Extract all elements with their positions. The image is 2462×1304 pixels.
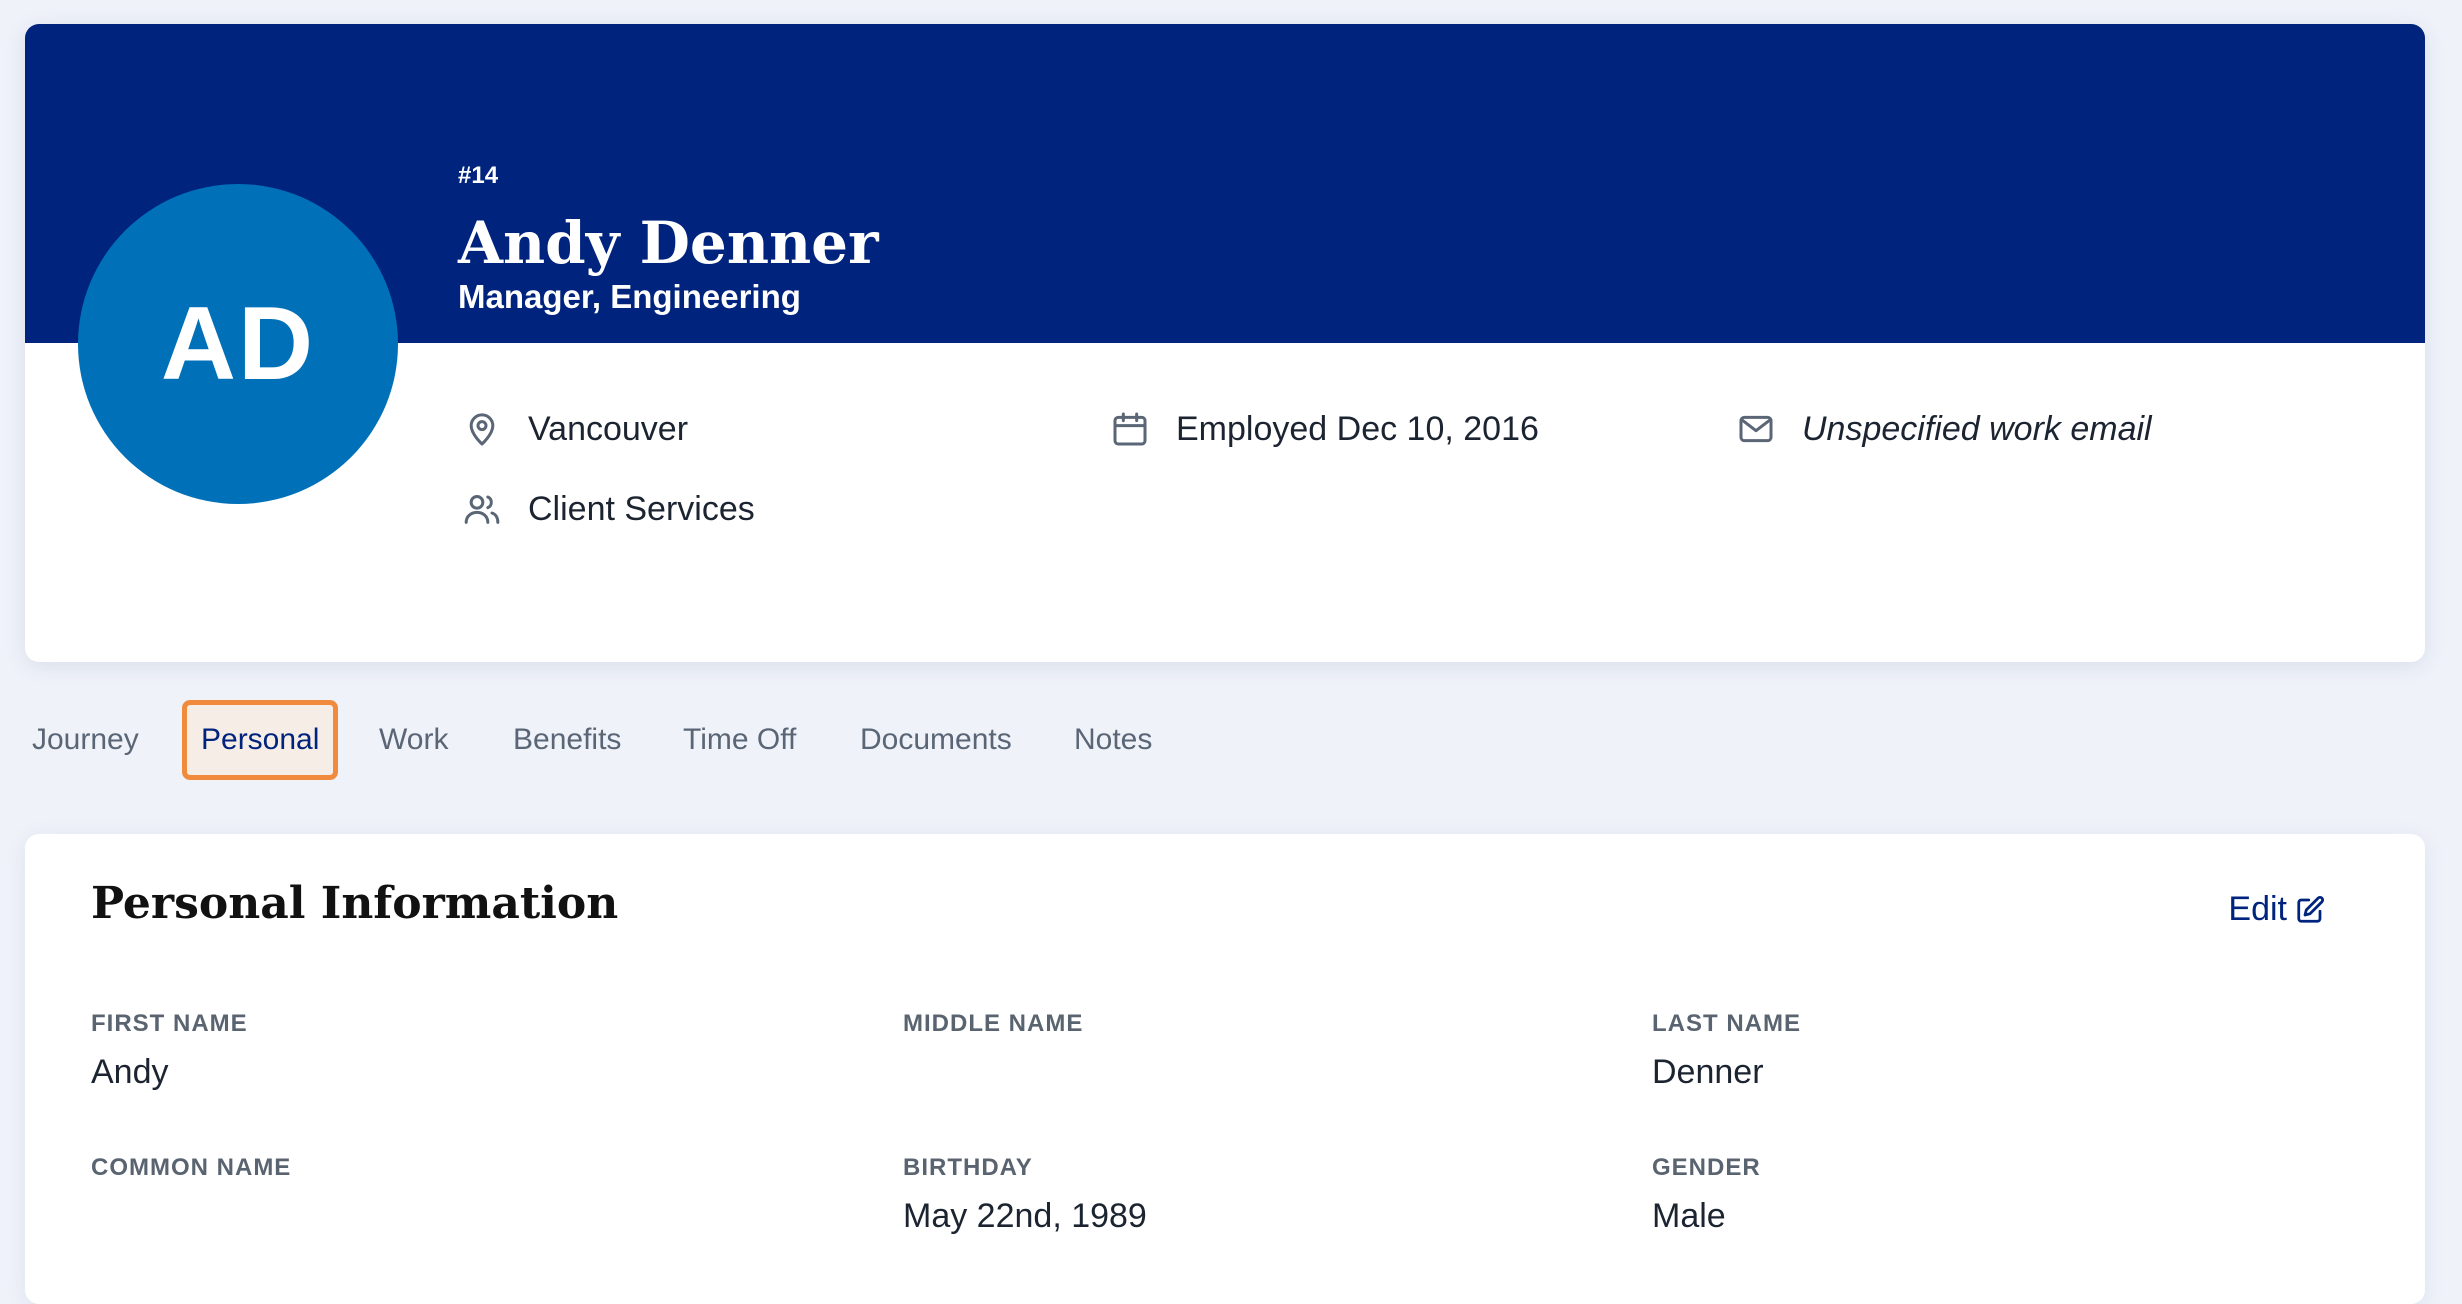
middle-name-label: MIDDLE NAME bbox=[903, 1010, 1084, 1037]
tab-personal[interactable]: Personal bbox=[182, 700, 339, 780]
gender-label: GENDER bbox=[1652, 1154, 1761, 1181]
birthday-value: May 22nd, 1989 bbox=[903, 1197, 1147, 1235]
department-text: Client Services bbox=[528, 489, 755, 528]
personal-information-card: Personal Information Edit FIRST NAME And… bbox=[25, 834, 2425, 1304]
gender-value: Male bbox=[1652, 1197, 1726, 1235]
tab-notes[interactable]: Notes bbox=[1074, 700, 1152, 780]
employee-name: Andy Denner bbox=[458, 209, 879, 277]
employment-info: Employed Dec 10, 2016 bbox=[1110, 409, 1539, 449]
location-info: Vancouver bbox=[462, 409, 688, 449]
first-name-value: Andy bbox=[91, 1053, 169, 1091]
tab-benefits[interactable]: Benefits bbox=[513, 700, 621, 780]
profile-card: AD #14 Andy Denner Manager, Engineering … bbox=[25, 24, 2425, 662]
employee-number: #14 bbox=[458, 162, 499, 189]
tab-journey[interactable]: Journey bbox=[32, 700, 139, 780]
map-pin-icon bbox=[469, 413, 495, 446]
mail-icon bbox=[1739, 415, 1773, 443]
profile-tabs: Journey Personal Work Benefits Time Off … bbox=[0, 700, 1200, 790]
email-info: Unspecified work email bbox=[1736, 409, 2152, 449]
edit-button[interactable]: Edit bbox=[2228, 890, 2325, 929]
avatar: AD bbox=[78, 184, 398, 504]
birthday-label: BIRTHDAY bbox=[903, 1154, 1033, 1181]
first-name-label: FIRST NAME bbox=[91, 1010, 248, 1037]
users-icon bbox=[464, 495, 500, 524]
last-name-label: LAST NAME bbox=[1652, 1010, 1801, 1037]
email-text: Unspecified work email bbox=[1802, 409, 2152, 448]
common-name-label: COMMON NAME bbox=[91, 1154, 292, 1181]
section-title: Personal Information bbox=[91, 878, 619, 929]
tab-work[interactable]: Work bbox=[379, 700, 448, 780]
location-text: Vancouver bbox=[528, 409, 689, 448]
edit-label: Edit bbox=[2228, 890, 2287, 928]
calendar-icon bbox=[1113, 412, 1147, 446]
last-name-value: Denner bbox=[1652, 1053, 1764, 1091]
tab-documents[interactable]: Documents bbox=[860, 700, 1012, 780]
employee-title: Manager, Engineering bbox=[458, 278, 801, 315]
employment-text: Employed Dec 10, 2016 bbox=[1176, 409, 1539, 448]
edit-icon bbox=[2297, 895, 2325, 923]
tab-time-off[interactable]: Time Off bbox=[683, 700, 796, 780]
department-info: Client Services bbox=[462, 489, 755, 529]
